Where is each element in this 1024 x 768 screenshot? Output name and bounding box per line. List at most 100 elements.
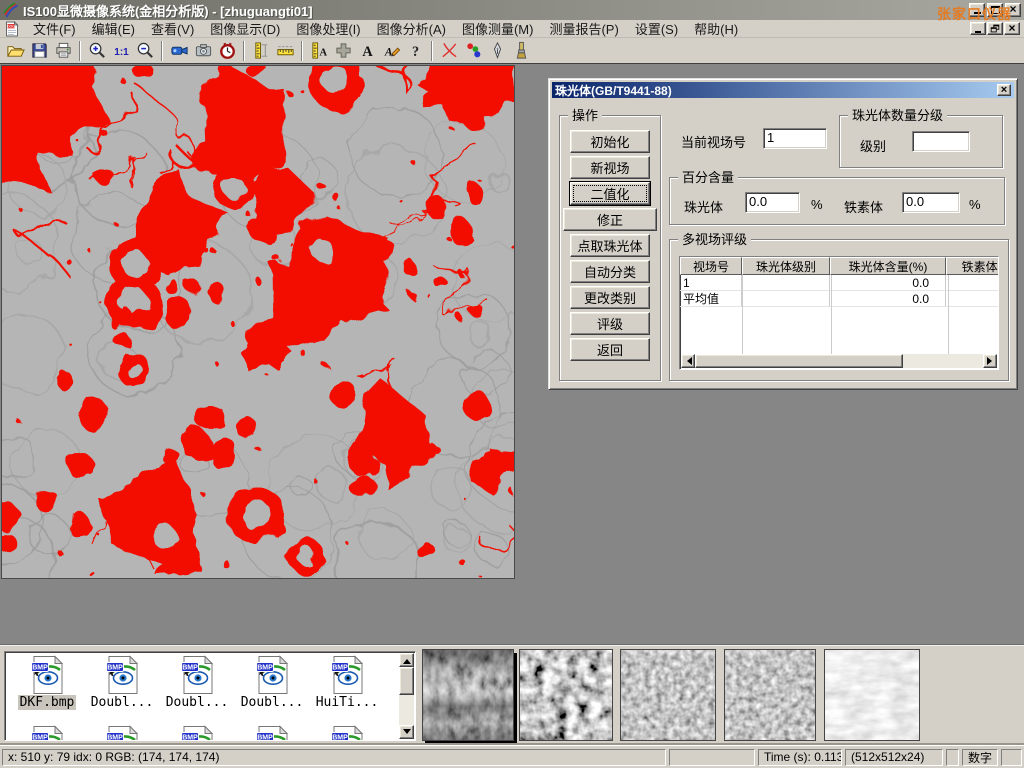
bmp-file-icon: BMP — [86, 725, 158, 741]
thumbnail-1[interactable] — [422, 649, 514, 741]
thumbnail-4[interactable] — [724, 649, 816, 741]
menu-item[interactable]: 文件(F) — [25, 18, 84, 39]
curve-tool-icon[interactable] — [437, 40, 461, 62]
menu-item[interactable]: 帮助(H) — [686, 18, 746, 39]
mdi-close-button[interactable]: × — [1004, 22, 1020, 35]
pearlite-percent-input[interactable]: 0.0 — [745, 192, 800, 213]
col-header-field[interactable]: 视场号 — [680, 257, 742, 275]
vscroll-thumb[interactable] — [399, 667, 414, 695]
file-item[interactable]: BMP — [11, 725, 83, 741]
ruler-icon[interactable] — [273, 40, 297, 62]
camera-icon[interactable] — [191, 40, 215, 62]
dialog-button[interactable]: 新视场 — [570, 156, 650, 179]
pen-icon[interactable] — [485, 40, 509, 62]
dialog-button[interactable]: 修正 — [563, 208, 657, 231]
file-item[interactable]: BMP — [236, 725, 308, 741]
table-row[interactable]: 1 0.0 — [680, 275, 998, 291]
scroll-right-icon[interactable] — [983, 354, 997, 368]
col-header-pearlite[interactable]: 珠光体含量(%) — [830, 257, 946, 275]
dialog-title-bar[interactable]: 珠光体(GB/T9441-88) × — [552, 82, 1014, 98]
dialog-button[interactable]: 二值化 — [570, 182, 650, 205]
menu-item[interactable]: 图像测量(M) — [454, 18, 542, 39]
annotate-a-icon[interactable]: A — [379, 40, 403, 62]
ferrite-percent-input[interactable]: 0.0 — [902, 192, 960, 213]
zoom-out-icon[interactable] — [133, 40, 157, 62]
svg-text:BMP: BMP — [107, 665, 123, 672]
grade-input[interactable] — [912, 131, 970, 152]
file-item[interactable]: BMP Doubl... — [161, 655, 233, 710]
file-item[interactable]: BMP HuiTi... — [311, 655, 383, 710]
brush-icon[interactable] — [509, 40, 533, 62]
svg-text:BMP: BMP — [107, 735, 123, 741]
col-header-ferrite[interactable]: 铁素体含量(%) — [946, 257, 999, 275]
menu-item[interactable]: 图像分析(A) — [369, 18, 454, 39]
thumbnail-3[interactable] — [620, 649, 716, 741]
table-row[interactable]: 平均值 0.0 — [680, 291, 998, 307]
text-a-icon[interactable]: A — [355, 40, 379, 62]
zoom-in-icon[interactable] — [85, 40, 109, 62]
file-item[interactable]: BMP — [311, 725, 383, 741]
menu-item[interactable]: 测量报告(P) — [541, 18, 626, 39]
mdi-minimize-button[interactable] — [970, 22, 986, 35]
current-field-label: 当前视场号 — [681, 132, 746, 151]
pearlite-label: 珠光体 — [684, 197, 723, 216]
status-time: Time (s): 0.113 — [758, 749, 842, 766]
print-icon[interactable] — [51, 40, 75, 62]
status-image-dims: (512x512x24) — [845, 749, 943, 766]
dialog-button[interactable]: 点取珠光体 — [570, 234, 650, 257]
open-folder-icon[interactable] — [3, 40, 27, 62]
file-item[interactable]: BMP Doubl... — [86, 655, 158, 710]
file-vscrollbar[interactable] — [399, 653, 414, 739]
cross-marker-icon[interactable] — [331, 40, 355, 62]
caliper-icon[interactable] — [249, 40, 273, 62]
col-header-grade[interactable]: 珠光体级别 — [742, 257, 830, 275]
file-item[interactable]: BMP Doubl... — [236, 655, 308, 710]
hscroll-thumb[interactable] — [695, 354, 903, 368]
percent-group: 百分含量 珠光体 0.0 % 铁素体 0.0 % — [669, 177, 1005, 225]
file-item[interactable]: BMP — [86, 725, 158, 741]
dialog-button[interactable]: 更改类别 — [570, 286, 650, 309]
bmp-file-icon: BMP — [161, 655, 233, 695]
bmp-file-icon: BMP — [236, 725, 308, 741]
toolbar-separator — [301, 41, 303, 61]
dialog-button[interactable]: 返回 — [570, 338, 650, 361]
scroll-up-icon[interactable] — [399, 653, 414, 667]
scroll-down-icon[interactable] — [399, 725, 414, 739]
thumbnail-2[interactable] — [519, 649, 613, 741]
menu-item[interactable]: 查看(V) — [143, 18, 202, 39]
table-hscrollbar[interactable] — [681, 354, 997, 368]
menu-item[interactable]: 编辑(E) — [84, 18, 143, 39]
close-button[interactable]: × — [1005, 3, 1021, 17]
maximize-button[interactable] — [987, 3, 1003, 17]
dialog-button[interactable]: 评级 — [570, 312, 650, 335]
menu-item[interactable]: 图像处理(I) — [288, 18, 368, 39]
file-name: Doubl... — [239, 695, 306, 710]
dialog-button[interactable]: 初始化 — [570, 130, 650, 153]
minimize-button[interactable] — [969, 3, 985, 17]
help-icon[interactable]: ? — [403, 40, 427, 62]
particle-classify-icon[interactable] — [461, 40, 485, 62]
file-item[interactable]: BMP — [161, 725, 233, 741]
bmp-file-icon: BMP — [161, 725, 233, 741]
actual-size-icon[interactable]: 1:1 — [109, 40, 133, 62]
micrograph-image[interactable] — [1, 65, 515, 579]
dialog-button[interactable]: 自动分类 — [570, 260, 650, 283]
ferrite-label: 铁素体 — [844, 197, 883, 216]
file-name: HuiTi... — [314, 695, 381, 710]
app-window: IS100显微摄像系统(金相分析版) - [zhuguangti01] × 张家… — [0, 0, 1024, 768]
rating-table[interactable]: 视场号 珠光体级别 珠光体含量(%) 铁素体含量(%) 1 0.0 — [679, 256, 999, 370]
file-item[interactable]: BMP DKF.bmp — [11, 655, 83, 710]
menu-item[interactable]: 设置(S) — [627, 18, 686, 39]
menu-item[interactable]: 图像显示(D) — [202, 18, 288, 39]
current-field-input[interactable]: 1 — [763, 128, 827, 149]
save-icon[interactable] — [27, 40, 51, 62]
dialog-close-icon[interactable]: × — [997, 84, 1011, 96]
measure-text-icon[interactable]: A — [307, 40, 331, 62]
video-camera-icon[interactable] — [167, 40, 191, 62]
mdi-restore-button[interactable] — [987, 22, 1003, 35]
svg-text:BMP: BMP — [182, 735, 198, 741]
thumbnail-5[interactable] — [824, 649, 920, 741]
scroll-left-icon[interactable] — [681, 354, 695, 368]
timer-icon[interactable] — [215, 40, 239, 62]
workspace: 珠光体(GB/T9441-88) × 操作 初始化新视场二值化修正点取珠光体自动… — [0, 64, 1024, 645]
